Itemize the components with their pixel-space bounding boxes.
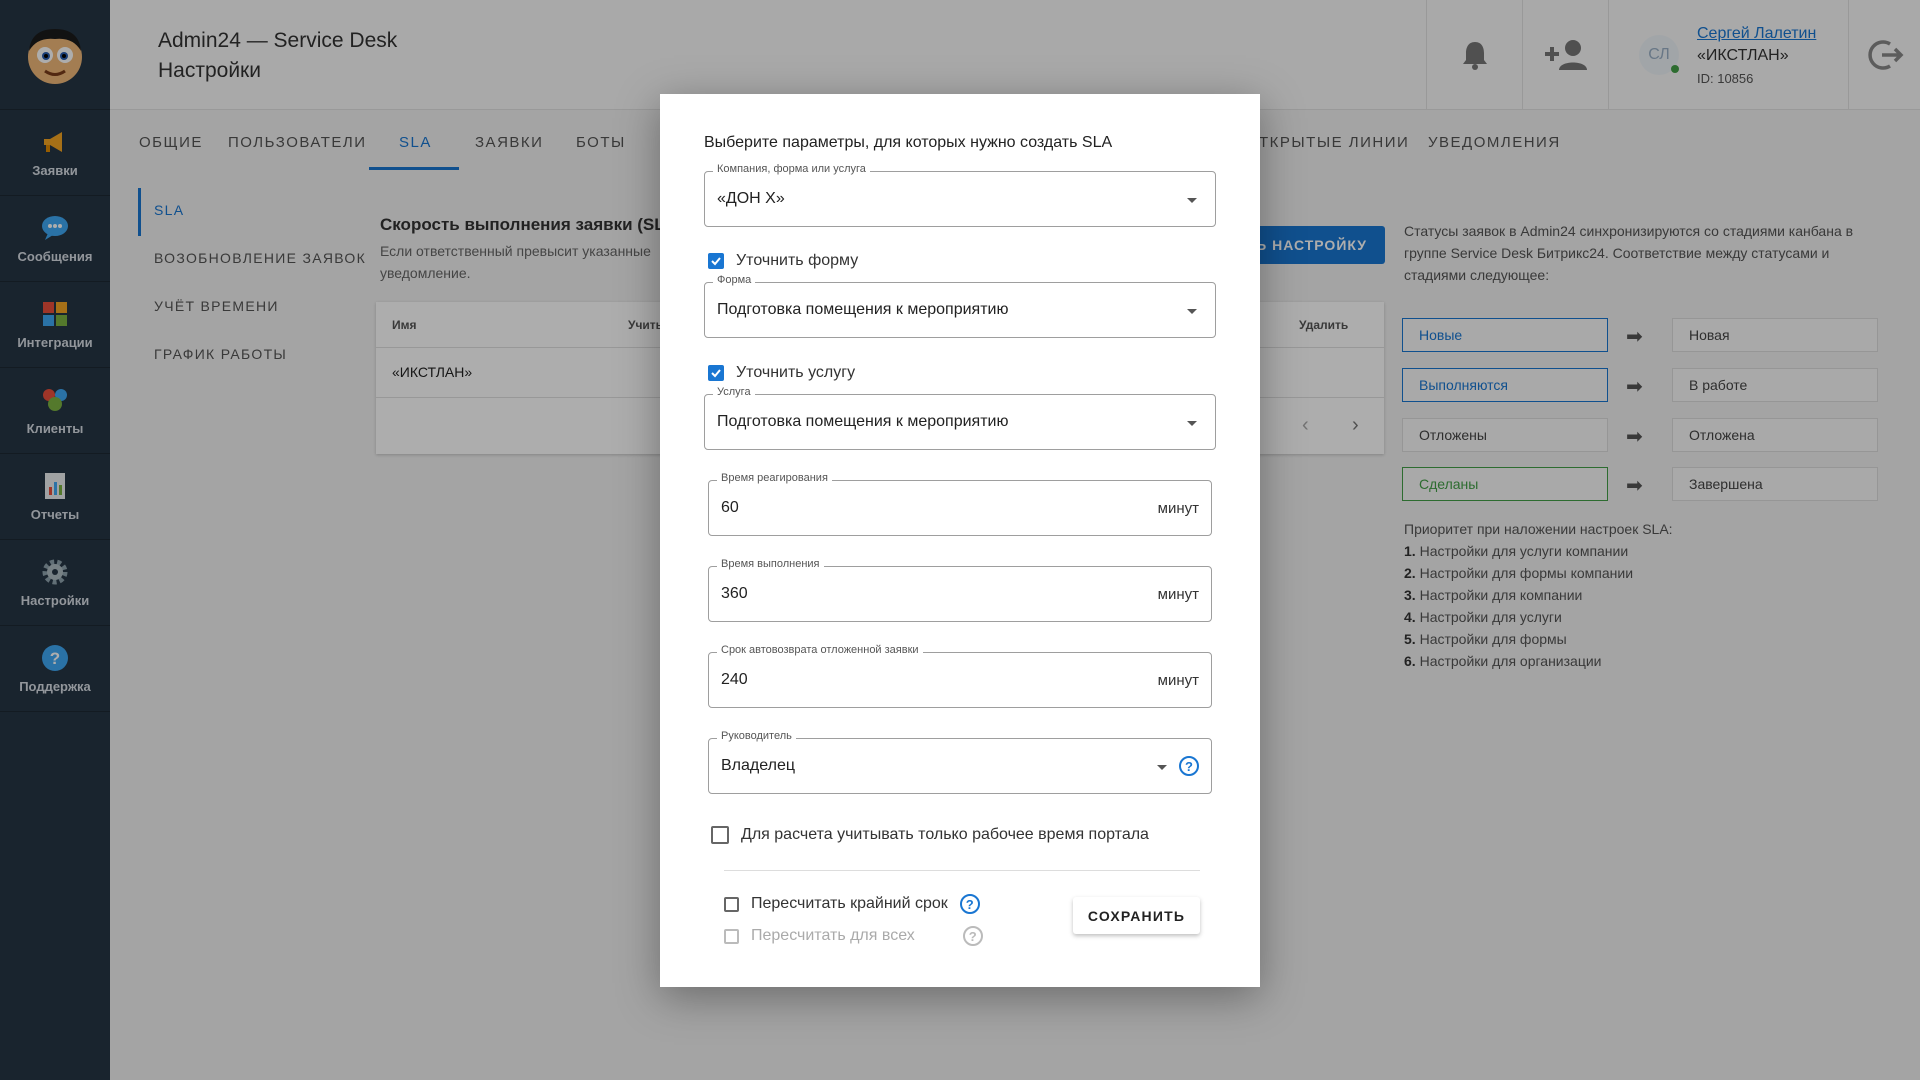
refine-form-checkbox[interactable]: Уточнить форму bbox=[708, 252, 858, 270]
autoreturn-time-value: 240 bbox=[721, 671, 748, 688]
work-time-label: Для расчета учитывать только рабочее вре… bbox=[741, 826, 1149, 843]
form-select-value: Подготовка помещения к мероприятию bbox=[717, 301, 1009, 318]
execution-time-label: Время выполнения bbox=[717, 558, 824, 570]
refine-service-checkbox[interactable]: Уточнить услугу bbox=[708, 364, 855, 382]
chevron-down-icon bbox=[1187, 309, 1197, 314]
service-select-label: Услуга bbox=[713, 386, 755, 398]
checkbox-checked-icon bbox=[708, 365, 724, 381]
sla-create-dialog: Выберите параметры, для которых нужно со… bbox=[660, 94, 1260, 987]
manager-select-label: Руководитель bbox=[717, 730, 796, 742]
recalc-deadline-checkbox[interactable]: Пересчитать крайний срок ? bbox=[724, 894, 980, 914]
execution-time-input[interactable]: Время выполнения 360 минут bbox=[708, 558, 1212, 622]
company-select[interactable]: Компания, форма или услуга «ДОН Х» bbox=[704, 163, 1216, 227]
recalc-all-help-icon: ? bbox=[962, 926, 983, 946]
refine-service-label: Уточнить услугу bbox=[736, 364, 856, 381]
refine-form-label: Уточнить форму bbox=[736, 252, 859, 269]
service-select[interactable]: Услуга Подготовка помещения к мероприяти… bbox=[704, 386, 1216, 450]
execution-time-unit: минут bbox=[1157, 586, 1199, 603]
manager-help-icon[interactable]: ? bbox=[1179, 756, 1199, 776]
company-select-label: Компания, форма или услуга bbox=[713, 163, 870, 175]
reaction-time-unit: минут bbox=[1157, 500, 1199, 517]
work-time-checkbox[interactable]: Для расчета учитывать только рабочее вре… bbox=[711, 826, 1149, 844]
checkbox-disabled-icon bbox=[724, 928, 739, 944]
recalc-deadline-label: Пересчитать крайний срок bbox=[751, 895, 948, 912]
recalc-deadline-help-icon[interactable]: ? bbox=[959, 894, 980, 914]
recalc-all-label: Пересчитать для всех bbox=[751, 927, 915, 944]
chevron-down-icon bbox=[1187, 421, 1197, 426]
manager-select[interactable]: Руководитель Владелец ? bbox=[708, 730, 1212, 794]
autoreturn-time-unit: минут bbox=[1157, 672, 1199, 689]
reaction-time-value: 60 bbox=[721, 499, 739, 516]
chevron-down-icon bbox=[1157, 765, 1167, 770]
checkbox-checked-icon bbox=[708, 253, 724, 269]
chevron-down-icon bbox=[1187, 198, 1197, 203]
manager-select-value: Владелец bbox=[721, 757, 796, 774]
autoreturn-time-label: Срок автовозврата отложенной заявки bbox=[717, 644, 923, 656]
dialog-title: Выберите параметры, для которых нужно со… bbox=[704, 134, 1113, 151]
form-select-label: Форма bbox=[713, 274, 756, 286]
reaction-time-label: Время реагирования bbox=[717, 472, 832, 484]
execution-time-value: 360 bbox=[721, 585, 748, 602]
reaction-time-input[interactable]: Время реагирования 60 минут bbox=[708, 472, 1212, 536]
company-select-value: «ДОН Х» bbox=[717, 190, 785, 207]
divider bbox=[724, 870, 1200, 871]
autoreturn-time-input[interactable]: Срок автовозврата отложенной заявки 240 … bbox=[708, 644, 1212, 708]
service-select-value: Подготовка помещения к мероприятию bbox=[717, 413, 1009, 430]
form-select[interactable]: Форма Подготовка помещения к мероприятию bbox=[704, 274, 1216, 338]
save-button[interactable]: СОХРАНИТЬ bbox=[1073, 897, 1200, 934]
recalc-all-checkbox: Пересчитать для всех ? bbox=[724, 926, 983, 946]
checkbox-unchecked-icon bbox=[711, 826, 729, 844]
checkbox-unchecked-icon bbox=[724, 896, 739, 912]
